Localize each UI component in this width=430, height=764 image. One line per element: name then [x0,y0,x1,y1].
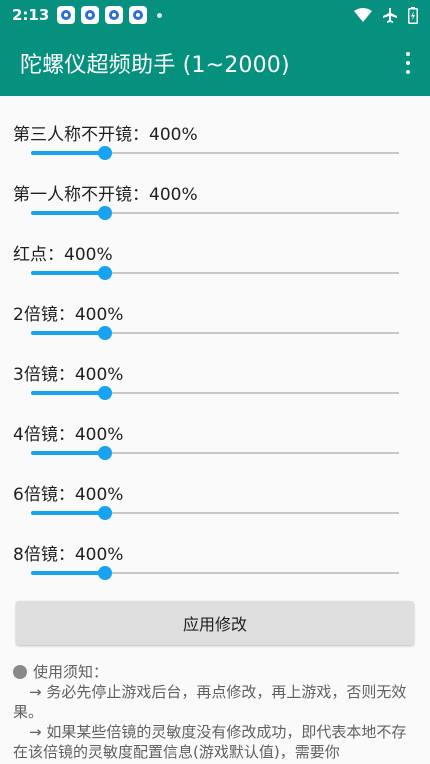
setting-label: 3倍镜：400% [13,365,124,385]
setting-4x-scope: 4倍镜：400% [0,396,430,460]
setting-2x-scope: 2倍镜：400% [0,276,430,340]
wifi-icon [354,8,372,22]
apply-changes-button[interactable]: 应用修改 [16,601,414,645]
sensitivity-slider[interactable] [31,566,399,580]
notification-paw-icon [129,6,148,24]
status-bar: 2:13 [0,0,430,30]
setting-red-dot: 红点：400% [0,216,430,280]
notes-header: 使用须知： [13,662,418,682]
setting-8x-scope: 8倍镜：400% [0,516,430,580]
notification-paw-icon [57,6,76,24]
airplane-mode-icon [383,8,397,23]
notes-title: 使用须知： [33,663,109,681]
slider-thumb[interactable] [97,566,112,580]
setting-6x-scope: 6倍镜：400% [0,456,430,520]
setting-3x-scope: 3倍镜：400% [0,336,430,400]
setting-label: 8倍镜：400% [13,545,124,565]
setting-third-person-no-scope: 第三人称不开镜：400% [0,96,430,160]
overflow-menu-icon[interactable] [402,52,414,74]
usage-notes: 使用须知： → 务必先停止游戏后台，再点修改，再上游戏，否则无效果。 → 如果某… [13,662,418,762]
notification-paw-icon [81,6,100,24]
setting-label: 第一人称不开镜：400% [13,185,198,205]
setting-label: 6倍镜：400% [13,485,124,505]
battery-charging-icon [408,6,418,24]
setting-first-person-no-scope: 第一人称不开镜：400% [0,156,430,220]
more-notifications-dot-icon [157,12,163,18]
app-bar: 陀螺仪超频助手 (1~2000) [0,30,430,96]
setting-label: 第三人称不开镜：400% [13,125,198,145]
note-item: → 务必先停止游戏后台，再点修改，再上游戏，否则无效果。 [13,683,407,721]
notification-paw-icon [105,6,124,24]
setting-label: 4倍镜：400% [13,425,124,445]
status-time: 2:13 [12,6,50,24]
status-icons [354,6,418,24]
setting-label: 红点：400% [13,245,113,265]
note-item: → 如果某些倍镜的灵敏度没有修改成功，即代表本地不存在该倍镜的灵敏度配置信息(游… [13,723,407,761]
settings-list: 第三人称不开镜：400% 第一人称不开镜：400% 红点：400% 2倍镜：40… [0,96,430,580]
setting-label: 2倍镜：400% [13,305,124,325]
bullet-icon [13,665,27,679]
app-title: 陀螺仪超频助手 (1~2000) [20,53,290,78]
